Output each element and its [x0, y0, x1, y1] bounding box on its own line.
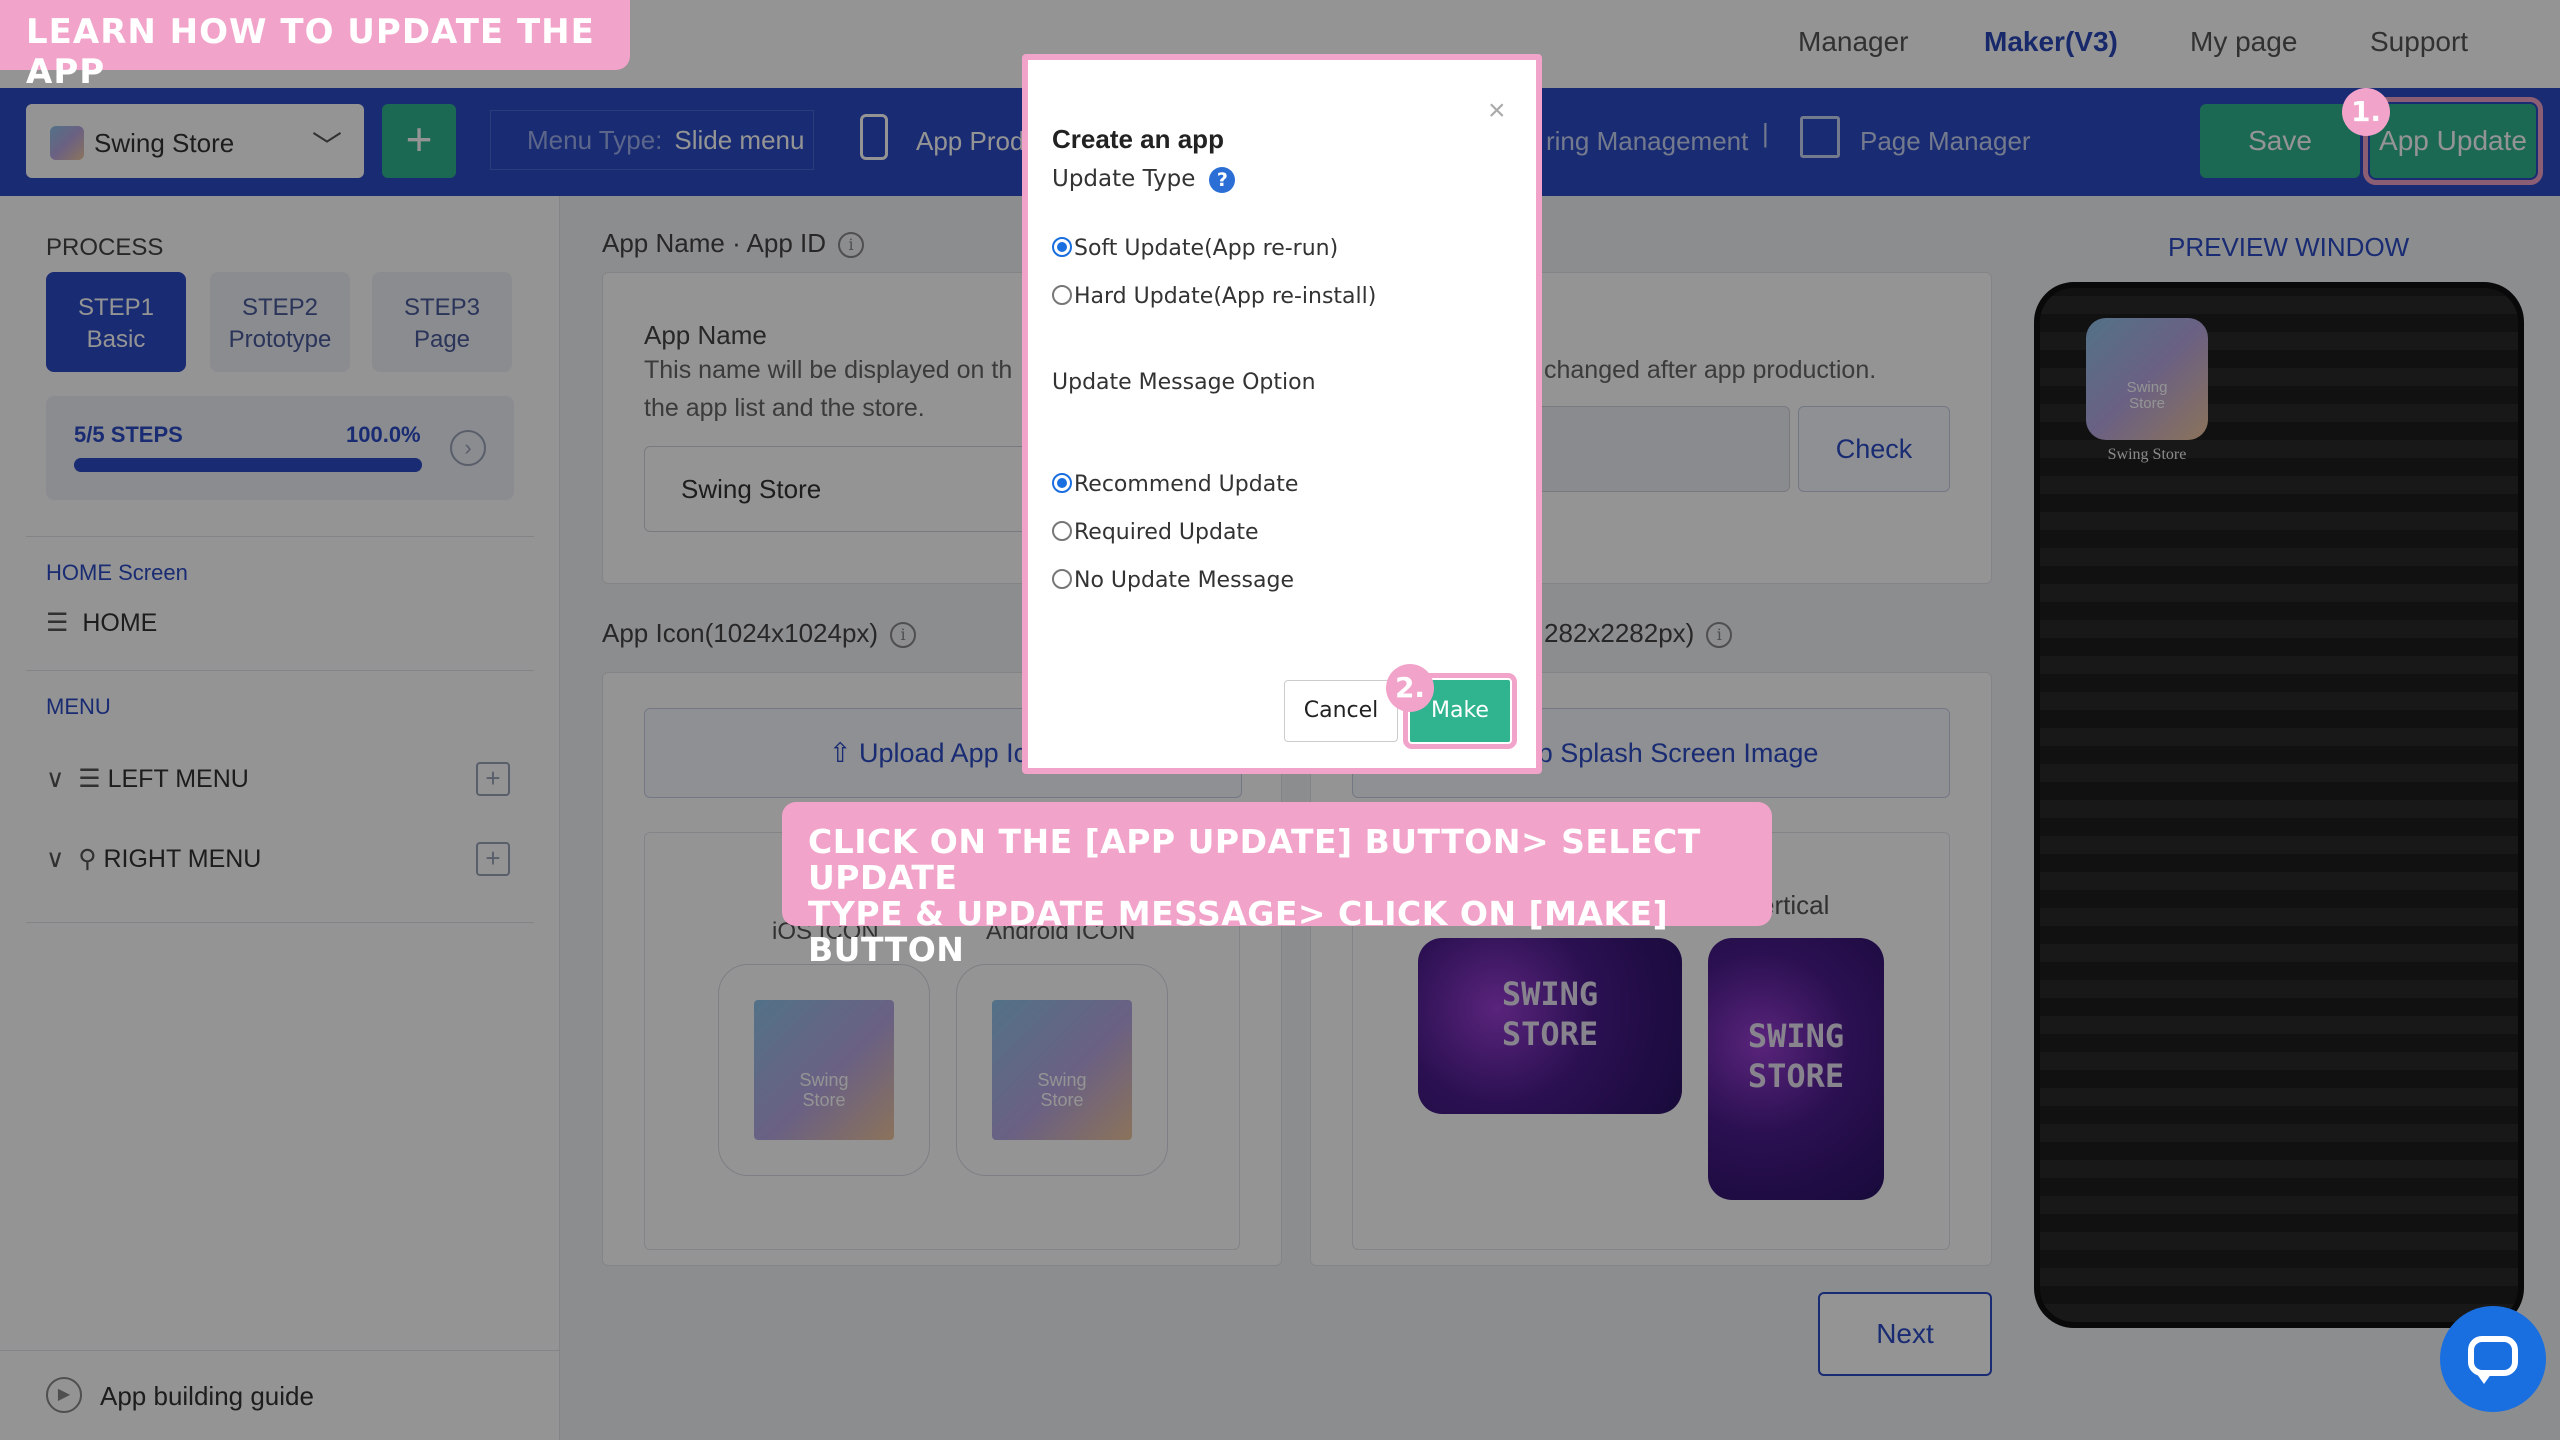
hard-update-radio[interactable]: Hard Update(App re-install) [1052, 284, 1376, 309]
cancel-button[interactable]: Cancel [1284, 680, 1398, 742]
step-badge-1: 1. [2342, 88, 2390, 136]
radio-dot [1052, 569, 1072, 589]
close-icon[interactable]: × [1488, 94, 1506, 128]
create-app-modal: × Create an app Update Type? Soft Update… [1022, 54, 1542, 774]
radio-dot [1052, 237, 1072, 257]
radio-dot [1052, 285, 1072, 305]
radio-label: No Update Message [1074, 568, 1294, 593]
radio-dot [1052, 473, 1072, 493]
radio-label: Recommend Update [1074, 472, 1299, 497]
modal-title: Create an app [1052, 124, 1224, 154]
tutorial-callout: CLICK ON THE [APP UPDATE] BUTTON> SELECT… [782, 802, 1772, 968]
step-badge-2: 2. [1386, 664, 1434, 712]
chat-button[interactable] [2440, 1306, 2546, 1412]
update-type-text: Update Type [1052, 166, 1196, 192]
update-message-option-label: Update Message Option [1052, 370, 1316, 395]
callout-line: CLICK ON THE [APP UPDATE] BUTTON> SELECT… [808, 822, 1701, 897]
required-update-radio[interactable]: Required Update [1052, 520, 1259, 545]
help-icon[interactable]: ? [1209, 166, 1236, 193]
tutorial-banner: LEARN HOW TO UPDATE THE APP [0, 0, 630, 92]
radio-label: Required Update [1074, 520, 1259, 545]
callout-line: TYPE & UPDATE MESSAGE> CLICK ON [MAKE] B… [808, 894, 1669, 969]
update-type-label: Update Type? [1052, 166, 1236, 193]
radio-label: Soft Update(App re-run) [1074, 236, 1339, 261]
radio-label: Hard Update(App re-install) [1074, 284, 1377, 309]
no-update-message-radio[interactable]: No Update Message [1052, 568, 1294, 593]
soft-update-radio[interactable]: Soft Update(App re-run) [1052, 236, 1338, 261]
radio-dot [1052, 521, 1072, 541]
chat-bubble-tail [2474, 1370, 2494, 1384]
recommend-update-radio[interactable]: Recommend Update [1052, 472, 1298, 497]
